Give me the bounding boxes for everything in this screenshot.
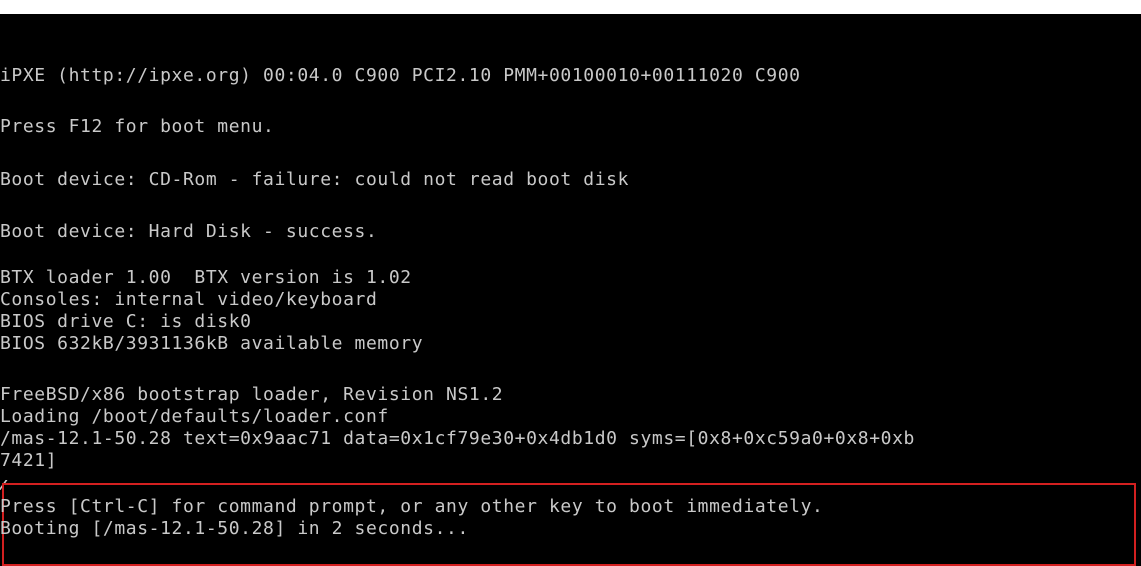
boot-device-harddisk-line: Boot device: Hard Disk - success. <box>0 221 378 242</box>
bootstrap-loader-line: FreeBSD/x86 bootstrap loader, Revision N… <box>0 384 504 405</box>
bios-drive-line: BIOS drive C: is disk0 <box>0 311 252 332</box>
consoles-line: Consoles: internal video/keyboard <box>0 289 378 310</box>
ctrl-c-prompt-line: Press [Ctrl-C] for command prompt, or an… <box>0 496 824 517</box>
kernel-load-line: /mas-12.1-50.28 text=0x9aac71 data=0x1cf… <box>0 428 915 449</box>
boot-device-cdrom-line: Boot device: CD-Rom - failure: could not… <box>0 169 630 190</box>
kernel-load-continuation-line: 7421] <box>0 450 58 471</box>
bios-memory-line: BIOS 632kB/3931136kB available memory <box>0 333 424 354</box>
boot-console-screen: iPXE (http://ipxe.org) 00:04.0 C900 PCI2… <box>0 14 1141 566</box>
boot-menu-prompt-line: Press F12 for boot menu. <box>0 116 275 137</box>
loading-defaults-line: Loading /boot/defaults/loader.conf <box>0 406 389 427</box>
btx-loader-line: BTX loader 1.00 BTX version is 1.02 <box>0 267 412 288</box>
booting-countdown-line: Booting [/mas-12.1-50.28] in 2 seconds..… <box>0 518 469 539</box>
ipxe-banner-line: iPXE (http://ipxe.org) 00:04.0 C900 PCI2… <box>0 65 801 86</box>
